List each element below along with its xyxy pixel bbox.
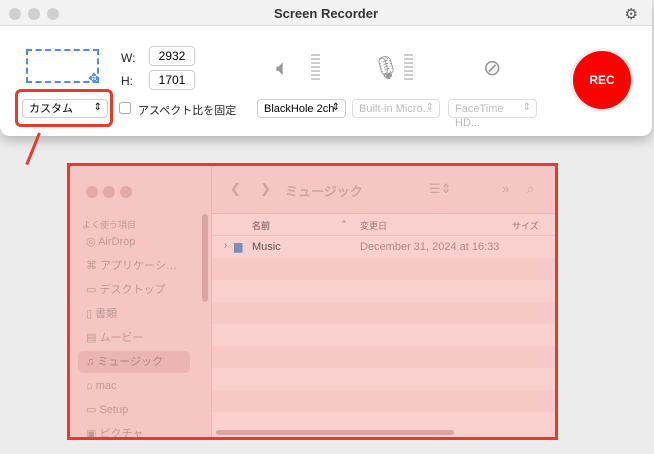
mic-audio-meter — [404, 54, 413, 82]
close-button[interactable] — [86, 186, 98, 198]
width-label: W: — [121, 51, 136, 65]
finder-window-capture-area: よく使う項目 ◎ AirDrop ⌘ アプリケーシ… ▭ デスクトップ ▯ 書類 ▤ ム… — [67, 163, 558, 440]
chevron-updown-icon: ⇕ — [331, 102, 340, 113]
table-row — [212, 390, 555, 412]
table-row — [212, 346, 555, 368]
aspect-lock-label: アスペクト比を固定 — [138, 105, 237, 117]
folder-title: ミュージック — [285, 184, 363, 199]
more-icon[interactable]: » — [502, 181, 509, 196]
file-name: Music — [252, 241, 281, 253]
camera-off-icon[interactable]: ⊘ — [483, 55, 501, 81]
speaker-icon[interactable]: 🔈︎ — [276, 55, 289, 81]
height-input[interactable]: 1701 — [149, 70, 195, 90]
microphone-select[interactable]: Built-in Micro... ⇕ — [352, 99, 440, 118]
back-icon[interactable]: ❮ — [230, 181, 241, 197]
height-label: H: — [121, 74, 133, 88]
column-size[interactable]: サイズ — [512, 219, 539, 232]
system-audio-select[interactable]: BlackHole 2ch ⇕ — [257, 99, 346, 118]
chevron-updown-icon: ⇕ — [425, 102, 434, 113]
table-row — [212, 280, 555, 302]
table-row — [212, 368, 555, 390]
sidebar-header: よく使う項目 — [82, 220, 137, 230]
column-name[interactable]: 名前 — [252, 219, 270, 232]
highlight-box — [15, 89, 113, 127]
microphone-muted-icon[interactable]: 🎙︎ — [372, 55, 400, 81]
sort-ascending-icon[interactable]: ⌃ — [340, 219, 348, 230]
camera-value: FaceTime HD... — [455, 103, 504, 129]
annotation-arrow — [25, 132, 41, 166]
column-header: 名前 ⌃ 変更日 サイズ — [212, 214, 555, 236]
search-icon[interactable]: ⌕ — [527, 181, 534, 197]
move-icon[interactable]: ✥ — [88, 70, 100, 87]
minimize-button[interactable] — [103, 186, 115, 198]
horizontal-scrollbar[interactable] — [216, 430, 454, 435]
width-input[interactable]: 2932 — [149, 46, 195, 66]
title-bar: Screen Recorder ⚙ — [0, 0, 652, 26]
table-row — [212, 258, 555, 280]
forward-icon[interactable]: ❯ — [260, 181, 271, 197]
table-row — [212, 302, 555, 324]
system-audio-value: BlackHole 2ch — [264, 103, 335, 115]
list-view-icon[interactable]: ☰⇕ — [429, 181, 452, 197]
window-title: Screen Recorder — [273, 6, 379, 21]
camera-select[interactable]: FaceTime HD... ⇕ — [448, 99, 537, 129]
aspect-lock-checkbox[interactable] — [119, 102, 131, 114]
record-button[interactable]: REC — [573, 51, 631, 109]
chevron-updown-icon: ⇕ — [522, 102, 531, 113]
screen-recorder-window: Screen Recorder ⚙ ✥ W: 2932 H: 1701 カスタム… — [0, 0, 652, 136]
file-date: December 31, 2024 at 16:33 — [360, 241, 500, 253]
column-date[interactable]: 変更日 — [360, 219, 387, 232]
system-audio-meter — [311, 54, 320, 82]
zoom-button[interactable] — [120, 186, 132, 198]
finder-toolbar: ❮ ❯ ミュージック ☰⇕ » ⌕ — [212, 166, 555, 214]
table-row — [212, 324, 555, 346]
microphone-value: Built-in Micro... — [359, 103, 432, 115]
disclosure-icon[interactable]: › — [224, 240, 227, 251]
table-row[interactable]: › ▆ Music December 31, 2024 at 16:33 — [212, 236, 555, 258]
gear-icon[interactable]: ⚙ — [625, 5, 638, 23]
folder-icon: ▆ — [234, 241, 243, 253]
